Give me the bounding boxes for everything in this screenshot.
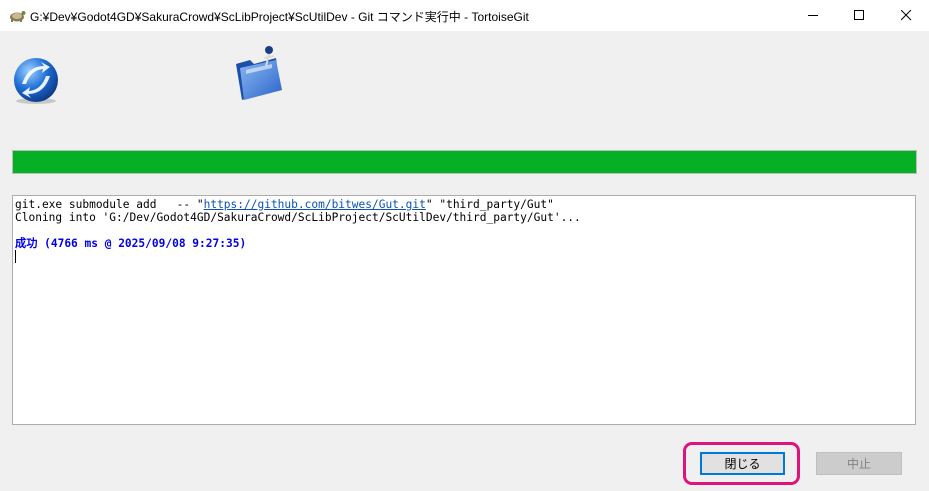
- repository-link[interactable]: https://github.com/bitwes/Gut.git: [204, 198, 426, 211]
- log-command-suffix: " "third_party/Gut": [425, 198, 554, 211]
- minimize-icon: [807, 15, 818, 16]
- log-line-command: git.exe submodule add -- "https://github…: [15, 198, 913, 211]
- tortoise-icon: [10, 11, 26, 22]
- folder-icon: [236, 46, 282, 100]
- title-bar: G:¥Dev¥Godot4GD¥SakuraCrowd¥ScLibProject…: [0, 0, 929, 31]
- text-cursor: [15, 250, 16, 263]
- minimize-button[interactable]: [790, 0, 836, 31]
- close-button[interactable]: 閉じる: [700, 452, 785, 475]
- abort-button[interactable]: 中止: [816, 452, 902, 475]
- log-line-success: 成功 (4766 ms @ 2025/09/08 9:27:35): [15, 237, 247, 250]
- close-icon: [900, 10, 911, 21]
- text-cursor-line: [15, 250, 913, 263]
- maximize-icon: [853, 10, 864, 20]
- globe-sync-icon: [14, 58, 58, 104]
- log-output[interactable]: git.exe submodule add -- "https://github…: [12, 195, 916, 425]
- window-title: G:¥Dev¥Godot4GD¥SakuraCrowd¥ScLibProject…: [30, 10, 529, 24]
- maximize-button[interactable]: [836, 0, 882, 31]
- log-line-blank: [15, 224, 913, 237]
- log-command-prefix: git.exe submodule add -- ": [15, 198, 204, 211]
- progress-bar: [12, 150, 917, 174]
- log-line-cloning: Cloning into 'G:/Dev/Godot4GD/SakuraCrow…: [15, 211, 581, 224]
- progress-fill: [13, 151, 916, 173]
- close-window-button[interactable]: [883, 0, 929, 31]
